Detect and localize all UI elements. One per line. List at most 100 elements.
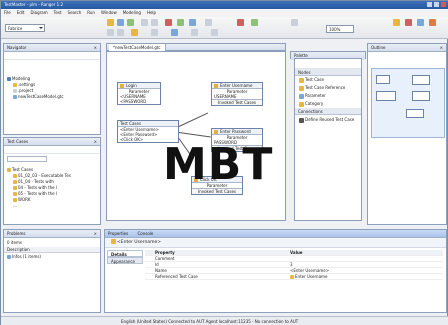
property-row[interactable]: Referenced Test Case Enter Username bbox=[145, 274, 443, 280]
zoom-select[interactable]: 100% bbox=[326, 25, 354, 33]
menu-diagram[interactable]: Diagram bbox=[30, 9, 47, 17]
outline-title-label: Outline bbox=[371, 45, 386, 50]
perspective-icon[interactable] bbox=[393, 19, 400, 26]
palette-item-label: Test Case bbox=[305, 77, 324, 82]
outline-node bbox=[376, 91, 396, 101]
category-icon bbox=[13, 192, 17, 196]
arrange-icon[interactable] bbox=[191, 29, 198, 36]
testcase-icon bbox=[120, 84, 124, 88]
forward-icon[interactable] bbox=[251, 19, 258, 26]
align-center-icon[interactable] bbox=[117, 29, 124, 36]
play-icon[interactable] bbox=[177, 19, 184, 26]
app-window: TestMaster - plm - Ranger 1.2 File Edit … bbox=[0, 0, 448, 325]
tree-item-label: .project bbox=[18, 88, 34, 93]
line-style-icon[interactable] bbox=[151, 29, 158, 36]
testcases-title[interactable]: Test Cases × bbox=[4, 138, 100, 146]
stop-icon[interactable] bbox=[237, 19, 244, 26]
tab-console[interactable]: Console bbox=[138, 231, 154, 236]
menu-modeling[interactable]: Modeling bbox=[123, 9, 141, 17]
problems-panel: Problems × 0 items Description Infos (1 i… bbox=[3, 229, 101, 313]
menu-test[interactable]: Test bbox=[54, 9, 62, 17]
navigator-title[interactable]: Navigator × bbox=[4, 44, 100, 52]
connection-line[interactable] bbox=[178, 112, 209, 127]
perspective2-icon[interactable] bbox=[405, 19, 412, 26]
tree-item[interactable]: ... bbox=[7, 203, 97, 209]
layout-icon[interactable] bbox=[171, 29, 178, 36]
property-value[interactable] bbox=[285, 256, 443, 261]
editor-tabbar: *newTestCaseModel.gtc bbox=[106, 43, 286, 52]
problems-row[interactable]: Infos (1 items) bbox=[4, 253, 100, 260]
status-bar: English (United States) Connected to AUT… bbox=[1, 316, 448, 325]
node-enter-username[interactable]: Enter Username Parameter USERNAME Invoke… bbox=[211, 82, 263, 106]
run-icon[interactable] bbox=[127, 19, 134, 26]
problems-title[interactable]: Problems × bbox=[4, 230, 100, 238]
palette-item[interactable]: Parameter bbox=[295, 92, 361, 100]
node-login[interactable]: Login Parameter <USERNAME <PASSWORD bbox=[117, 82, 161, 105]
palette-item-label: Define Reused Test Case bbox=[305, 117, 355, 122]
tree-item-label: 04 - Tests with the l bbox=[18, 185, 58, 190]
filter-input[interactable] bbox=[7, 156, 47, 162]
debug-icon[interactable] bbox=[189, 19, 196, 26]
section-details[interactable]: Details bbox=[107, 250, 143, 257]
menu-help[interactable]: Help bbox=[147, 9, 156, 17]
properties-sections: Details Appearance bbox=[107, 250, 143, 264]
menu-run[interactable]: Run bbox=[87, 9, 95, 17]
property-value[interactable]: <Enter Username> bbox=[285, 268, 443, 273]
header-property[interactable]: Property bbox=[145, 250, 285, 255]
category-icon bbox=[13, 198, 17, 202]
copy-icon[interactable] bbox=[151, 19, 158, 26]
menu-search[interactable]: Search bbox=[68, 9, 82, 17]
parameter-icon bbox=[299, 93, 304, 99]
settings-icon[interactable] bbox=[291, 19, 298, 26]
testcase-icon bbox=[290, 275, 294, 279]
minimize-button[interactable] bbox=[427, 2, 432, 7]
connection-icon bbox=[299, 117, 304, 123]
align-left-icon[interactable] bbox=[107, 29, 114, 36]
testcases-toolbar bbox=[4, 146, 100, 154]
palette-item[interactable]: Test Case Reference bbox=[295, 84, 361, 92]
property-value[interactable]: Enter Username bbox=[285, 274, 443, 279]
section-appearance[interactable]: Appearance bbox=[107, 257, 143, 264]
record-icon[interactable] bbox=[165, 19, 172, 26]
tree-item-label: WORK bbox=[18, 197, 31, 202]
close-icon[interactable]: × bbox=[94, 138, 97, 146]
menu-file[interactable]: File bbox=[4, 9, 11, 17]
tree-item-label: 05 - Tests with the l bbox=[18, 191, 58, 196]
save-icon[interactable] bbox=[117, 19, 124, 26]
new-icon[interactable] bbox=[107, 19, 114, 26]
close-icon[interactable]: × bbox=[440, 44, 443, 52]
maximize-button[interactable] bbox=[434, 2, 439, 7]
tab-properties[interactable]: Properties bbox=[108, 231, 128, 236]
testcases-tree: Test Cases 01_02_03 - Executable Tes 01_… bbox=[4, 164, 100, 212]
palette-panel: Nodes Test Case Test Case Reference Para… bbox=[294, 58, 362, 221]
palette-item-label: Parameter bbox=[305, 93, 326, 98]
palette-item[interactable]: Test Case bbox=[295, 76, 361, 84]
grid-icon[interactable] bbox=[211, 29, 218, 36]
close-icon[interactable]: × bbox=[94, 44, 97, 52]
properties-selection: <Enter Username> bbox=[105, 238, 446, 248]
close-button[interactable] bbox=[441, 2, 446, 7]
menu-window[interactable]: Window bbox=[101, 9, 117, 17]
property-key: Id bbox=[155, 262, 159, 267]
perspective-select[interactable]: Fabrice bbox=[5, 24, 45, 32]
connection-line[interactable] bbox=[178, 132, 211, 138]
close-icon[interactable]: × bbox=[94, 230, 97, 238]
palette-item[interactable]: Category bbox=[295, 100, 361, 108]
palette-group[interactable]: Nodes bbox=[295, 69, 361, 76]
perspective4-icon[interactable] bbox=[429, 19, 436, 26]
search-icon[interactable] bbox=[205, 19, 212, 26]
cut-icon[interactable] bbox=[141, 19, 148, 26]
project-icon bbox=[7, 77, 11, 81]
palette-group[interactable]: Connections bbox=[295, 108, 361, 115]
menu-edit[interactable]: Edit bbox=[17, 9, 25, 17]
outline-minimap[interactable] bbox=[371, 68, 445, 138]
perspective3-icon[interactable] bbox=[417, 19, 424, 26]
palette-item[interactable]: Define Reused Test Case bbox=[295, 115, 361, 127]
testcase-icon bbox=[214, 130, 218, 134]
property-value[interactable]: 3 bbox=[285, 262, 443, 267]
font-color-icon[interactable] bbox=[131, 29, 138, 36]
tree-item[interactable]: newTestCaseModel.gtc bbox=[7, 94, 97, 100]
diagram-canvas[interactable]: Login Parameter <USERNAME <PASSWORD Test… bbox=[106, 51, 286, 221]
outline-title[interactable]: Outline × bbox=[368, 44, 446, 52]
header-value[interactable]: Value bbox=[285, 250, 443, 255]
